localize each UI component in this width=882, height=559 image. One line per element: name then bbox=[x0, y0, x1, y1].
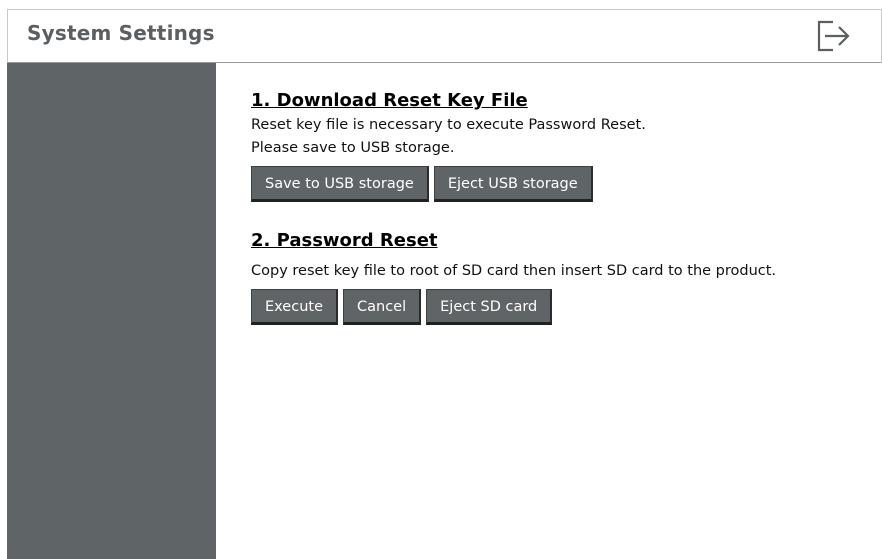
section-title-download-reset-key: 1. Download Reset Key File bbox=[251, 90, 528, 111]
eject-usb-button[interactable]: Eject USB storage bbox=[433, 166, 593, 202]
cancel-button[interactable]: Cancel bbox=[343, 289, 422, 325]
section1-description-line1: Reset key file is necessary to execute P… bbox=[251, 117, 646, 133]
page-title: System Settings bbox=[27, 21, 215, 45]
sidebar bbox=[7, 63, 216, 559]
logout-icon bbox=[817, 20, 850, 52]
section-download-reset-key: 1. Download Reset Key File Reset key fil… bbox=[251, 88, 871, 202]
app-window: System Settings 1. Download Reset Key Fi… bbox=[0, 0, 882, 559]
section2-button-row: Execute Cancel Eject SD card bbox=[251, 289, 871, 325]
header-bar: System Settings bbox=[7, 9, 882, 63]
section1-button-row: Save to USB storage Eject USB storage bbox=[251, 166, 871, 202]
eject-sd-card-button[interactable]: Eject SD card bbox=[426, 289, 553, 325]
save-to-usb-button[interactable]: Save to USB storage bbox=[251, 166, 429, 202]
section-title-password-reset: 2. Password Reset bbox=[251, 230, 438, 251]
logout-button[interactable] bbox=[813, 16, 853, 56]
section-password-reset: 2. Password Reset Copy reset key file to… bbox=[251, 228, 871, 325]
section2-description: Copy reset key file to root of SD card t… bbox=[251, 263, 777, 279]
section1-description-line2: Please save to USB storage. bbox=[251, 140, 455, 156]
execute-button[interactable]: Execute bbox=[251, 289, 338, 325]
main-content: 1. Download Reset Key File Reset key fil… bbox=[251, 88, 871, 325]
